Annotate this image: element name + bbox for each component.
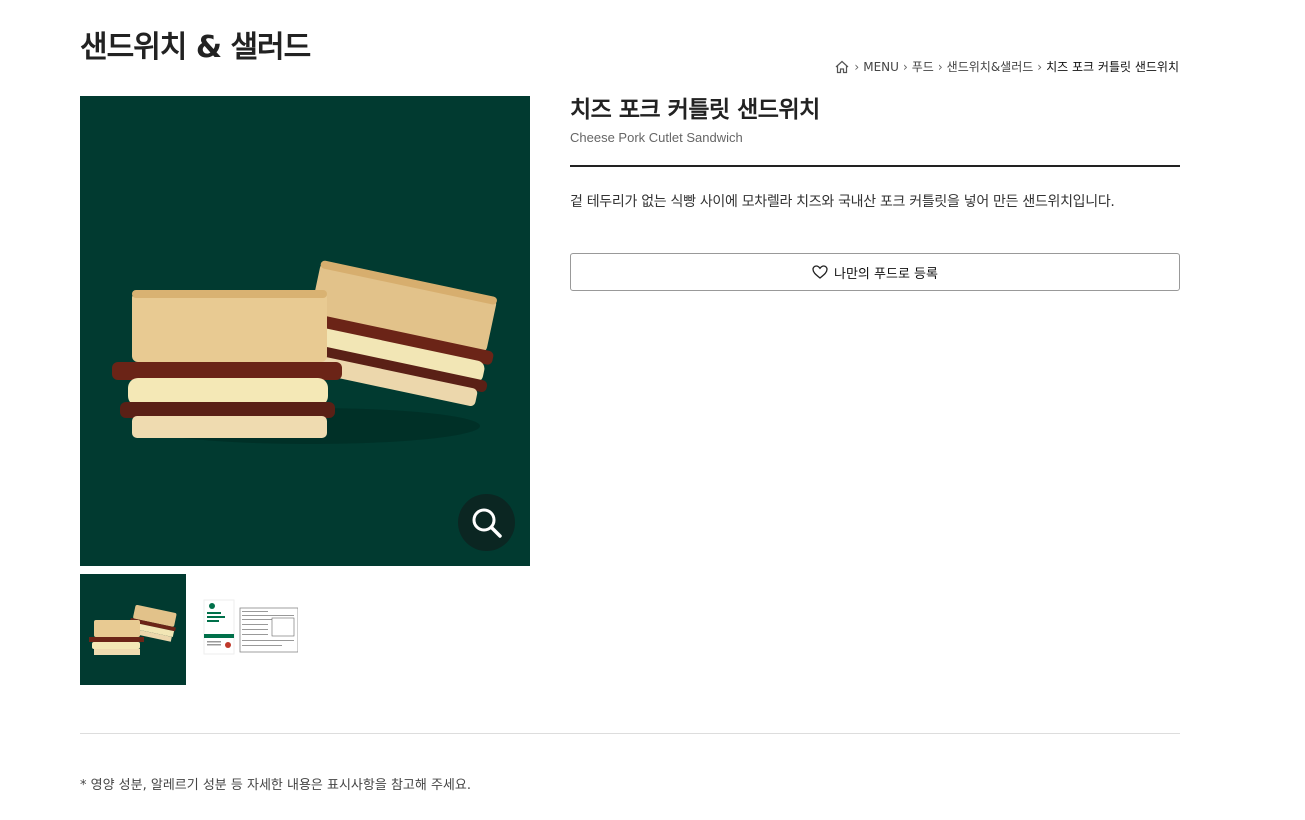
thumbnail-package-label[interactable] <box>192 574 298 685</box>
chevron-right-icon: › <box>854 59 860 74</box>
chevron-right-icon: › <box>937 59 943 74</box>
section-divider <box>80 733 1180 734</box>
product-name: 치즈 포크 커틀릿 샌드위치 <box>570 97 820 123</box>
search-icon <box>472 508 502 538</box>
breadcrumb-menu[interactable]: MENU <box>863 60 899 74</box>
zoom-button[interactable] <box>458 494 515 551</box>
chevron-right-icon: › <box>1037 59 1043 74</box>
product-info: 치즈 포크 커틀릿 샌드위치 Cheese Pork Cutlet Sandwi… <box>570 90 1180 291</box>
home-icon[interactable] <box>834 59 850 75</box>
product-description: 겉 테두리가 없는 식빵 사이에 모차렐라 치즈와 국내산 포크 커틀릿을 넣어… <box>570 194 1115 210</box>
footnote: * 영양 성분, 알레르기 성분 등 자세한 내용은 표시사항을 참고해 주세요… <box>80 778 471 793</box>
thumbnail-product-photo[interactable] <box>80 574 186 685</box>
page-title: 샌드위치 & 샐러드 <box>80 30 311 65</box>
breadcrumb-food[interactable]: 푸드 <box>912 58 934 75</box>
heart-icon <box>812 265 828 279</box>
sandwich-illustration <box>112 260 497 444</box>
breadcrumb: › MENU › 푸드 › 샌드위치&샐러드 › 치즈 포크 커틀릿 샌드위치 <box>834 58 1179 75</box>
breadcrumb-current: 치즈 포크 커틀릿 샌드위치 <box>1046 60 1179 74</box>
product-main-image <box>80 96 530 566</box>
chevron-right-icon: › <box>902 59 908 74</box>
divider <box>570 165 1180 167</box>
product-name-english: Cheese Pork Cutlet Sandwich <box>570 130 743 145</box>
breadcrumb-sandwich-salad[interactable]: 샌드위치&샐러드 <box>947 58 1034 75</box>
add-favorite-label: 나만의 푸드로 등록 <box>834 266 938 282</box>
thumbnail-list <box>80 574 298 685</box>
add-favorite-button[interactable]: 나만의 푸드로 등록 <box>570 253 1180 291</box>
